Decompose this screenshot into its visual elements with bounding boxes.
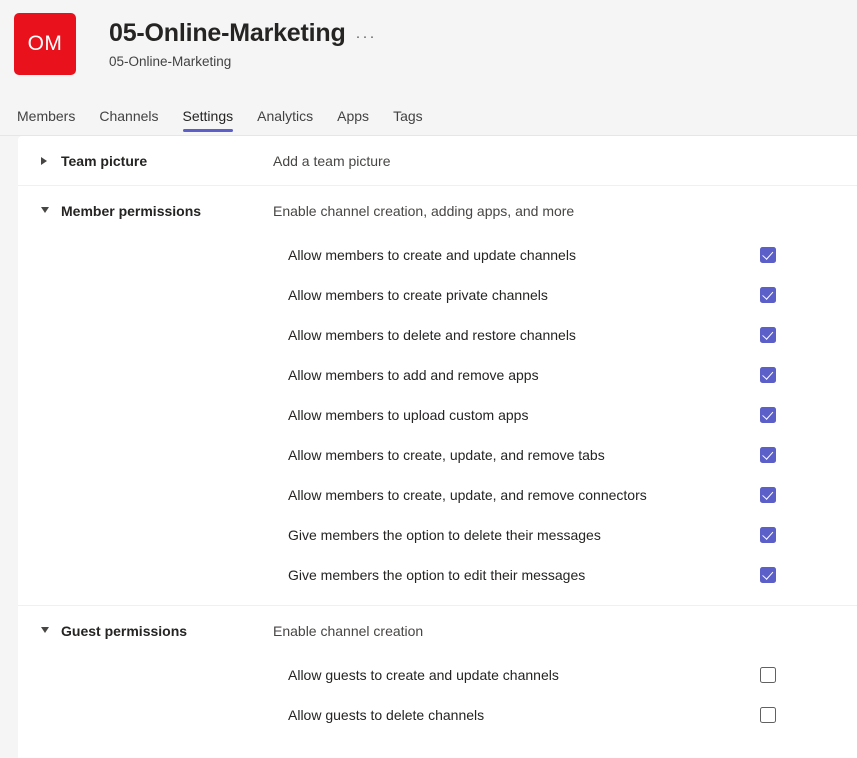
setting-checkbox[interactable] (760, 707, 776, 723)
setting-checkbox[interactable] (760, 247, 776, 263)
more-options-icon[interactable]: ··· (356, 29, 377, 44)
setting-checkbox[interactable] (760, 487, 776, 503)
setting-checkbox[interactable] (760, 287, 776, 303)
settings-section: Team picture Add a team picture (18, 136, 857, 186)
setting-row: Allow members to create, update, and rem… (18, 475, 857, 515)
chevron-down-icon[interactable] (41, 627, 61, 633)
setting-label: Allow members to create private channels (288, 286, 548, 303)
chevron-right-icon[interactable] (41, 157, 61, 165)
section-title: Guest permissions (61, 623, 188, 639)
tab-apps[interactable]: Apps (337, 107, 369, 135)
section-body: Allow guests to create and update channe… (18, 655, 857, 745)
setting-row: Allow members to create private channels (18, 275, 857, 315)
setting-checkbox[interactable] (760, 407, 776, 423)
section-description: Enable channel creation (273, 623, 424, 639)
settings-scroll-area[interactable]: Team picture Add a team picture Member per… (0, 136, 857, 758)
setting-label: Allow members to delete and restore chan… (288, 326, 576, 343)
setting-label: Allow guests to delete channels (288, 706, 485, 723)
setting-row: Give members the option to edit their me… (18, 555, 857, 595)
triangle-glyph (41, 157, 47, 165)
setting-label: Allow members to create, update, and rem… (288, 446, 605, 463)
setting-checkbox[interactable] (760, 327, 776, 343)
setting-checkbox[interactable] (760, 447, 776, 463)
setting-row: Give members the option to delete their … (18, 515, 857, 555)
tab-settings[interactable]: Settings (182, 107, 233, 135)
chevron-down-icon[interactable] (41, 207, 61, 213)
triangle-glyph (41, 207, 49, 213)
settings-panel: Team picture Add a team picture Member per… (18, 136, 857, 758)
settings-section: Member permissions Enable channel creatio… (18, 186, 857, 606)
setting-row: Allow members to create and update chann… (18, 235, 857, 275)
section-header[interactable]: Guest permissions Enable channel creation (18, 606, 857, 655)
setting-row: Allow guests to create and update channe… (18, 655, 857, 695)
team-title-block: 05-Online-Marketing ··· 05-Online-Market… (109, 12, 377, 71)
team-avatar: OM (14, 13, 76, 75)
setting-row: Allow guests to delete channels (18, 695, 857, 735)
section-title: Member permissions (61, 203, 202, 219)
setting-label: Allow members to upload custom apps (288, 406, 529, 423)
setting-row: Allow members to upload custom apps (18, 395, 857, 435)
setting-label: Allow guests to create and update channe… (288, 666, 559, 683)
section-description: Enable channel creation, adding apps, an… (273, 203, 575, 219)
team-subtitle: 05-Online-Marketing (109, 54, 232, 69)
setting-row: Allow members to add and remove apps (18, 355, 857, 395)
setting-checkbox[interactable] (760, 667, 776, 683)
page-title: 05-Online-Marketing (109, 19, 346, 47)
setting-label: Give members the option to edit their me… (288, 566, 586, 583)
setting-label: Give members the option to delete their … (288, 526, 601, 543)
tab-tags[interactable]: Tags (393, 107, 423, 135)
setting-label: Allow members to add and remove apps (288, 366, 539, 383)
setting-row: Allow members to delete and restore chan… (18, 315, 857, 355)
settings-section: Guest permissions Enable channel creation… (18, 606, 857, 745)
section-header[interactable]: Member permissions Enable channel creatio… (18, 186, 857, 235)
setting-label: Allow members to create and update chann… (288, 246, 576, 263)
team-header: OM 05-Online-Marketing ··· 05-Online-Mar… (0, 0, 857, 96)
section-title: Team picture (61, 153, 148, 169)
setting-row: Allow members to create, update, and rem… (18, 435, 857, 475)
team-settings-page: OM 05-Online-Marketing ··· 05-Online-Mar… (0, 0, 857, 758)
setting-label: Allow members to create, update, and rem… (288, 486, 647, 503)
tab-channels[interactable]: Channels (99, 107, 158, 135)
tab-bar: Members Channels Settings Analytics Apps Tags (0, 96, 857, 136)
setting-checkbox[interactable] (760, 367, 776, 383)
section-header[interactable]: Team picture Add a team picture (18, 136, 857, 185)
section-body: Allow members to create and update chann… (18, 235, 857, 605)
setting-checkbox[interactable] (760, 567, 776, 583)
tab-members[interactable]: Members (17, 107, 75, 135)
tab-analytics[interactable]: Analytics (257, 107, 313, 135)
triangle-glyph (41, 627, 49, 633)
section-description: Add a team picture (273, 153, 391, 169)
team-title-row: 05-Online-Marketing ··· (109, 18, 377, 49)
setting-checkbox[interactable] (760, 527, 776, 543)
